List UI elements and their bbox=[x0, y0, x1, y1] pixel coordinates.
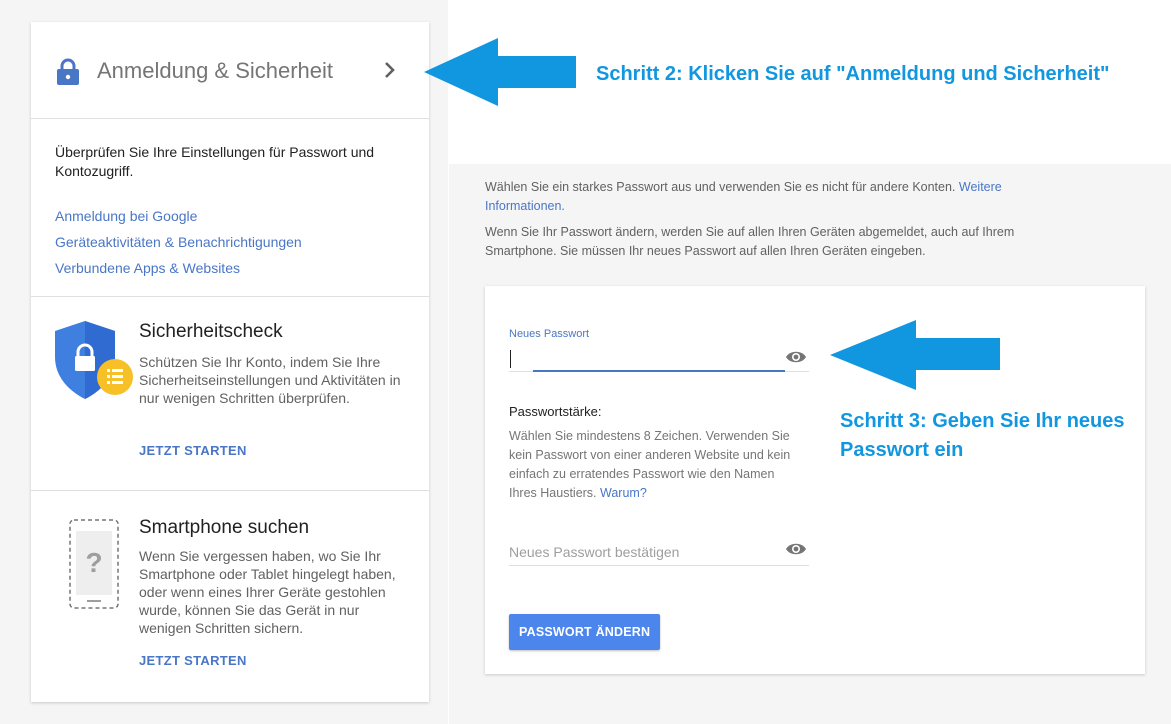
link-connected-apps[interactable]: Verbundene Apps & Websites bbox=[55, 255, 405, 281]
settings-overview-section: Überprüfen Sie Ihre Einstellungen für Pa… bbox=[31, 119, 429, 297]
link-sign-in-google[interactable]: Anmeldung bei Google bbox=[55, 203, 405, 229]
step3-annotation-line1: Schritt 3: Geben Sie Ihr neues bbox=[840, 410, 1125, 432]
security-card-title[interactable]: Anmeldung & Sicherheit bbox=[97, 58, 333, 84]
step3-annotation-line2: Passwort ein bbox=[840, 439, 964, 461]
phone-question-icon: ? bbox=[69, 519, 119, 609]
password-info-text: Wenn Sie Ihr Passwort ändern, werden Sie… bbox=[485, 225, 1015, 258]
password-help-text: Wählen Sie mindestens 8 Zeichen. Verwend… bbox=[509, 429, 791, 500]
link-device-activity[interactable]: Geräteaktivitäten & Benachrichtigungen bbox=[55, 229, 405, 255]
settings-links: Anmeldung bei Google Geräteaktivitäten &… bbox=[55, 203, 405, 281]
password-strength-label: Passwortstärke: bbox=[509, 404, 602, 419]
eye-icon[interactable] bbox=[785, 350, 807, 364]
password-intro: Wählen Sie ein starkes Passwort aus und … bbox=[485, 178, 1085, 216]
step3-annotation: Schritt 3: Geben Sie Ihr neues Passwort … bbox=[840, 407, 1125, 465]
new-password-input[interactable] bbox=[509, 346, 809, 372]
lock-icon bbox=[57, 58, 79, 85]
eye-icon[interactable] bbox=[785, 542, 807, 556]
text-cursor bbox=[510, 350, 511, 368]
password-help: Wählen Sie mindestens 8 Zeichen. Verwend… bbox=[509, 427, 801, 503]
svg-text:?: ? bbox=[85, 547, 102, 578]
chevron-right-icon[interactable] bbox=[383, 60, 397, 80]
password-form-card: Neues Passwort Passwortstärke: Wählen Si… bbox=[485, 286, 1145, 674]
find-phone-start-button[interactable]: JETZT STARTEN bbox=[139, 653, 247, 668]
security-check-start-button[interactable]: JETZT STARTEN bbox=[139, 443, 247, 458]
step2-arrow bbox=[424, 38, 576, 106]
security-check-section: Sicherheitscheck Schützen Sie Ihr Konto,… bbox=[31, 297, 429, 491]
security-card: Anmeldung & Sicherheit Überprüfen Sie Ih… bbox=[31, 22, 429, 702]
page: Anmeldung & Sicherheit Überprüfen Sie Ih… bbox=[0, 0, 1171, 724]
confirm-password-input[interactable] bbox=[509, 538, 809, 566]
new-password-label: Neues Passwort bbox=[509, 328, 590, 340]
settings-description: Überprüfen Sie Ihre Einstellungen für Pa… bbox=[55, 144, 375, 179]
find-phone-body: Wenn Sie vergessen haben, wo Sie Ihr Sma… bbox=[139, 548, 396, 636]
security-card-header[interactable]: Anmeldung & Sicherheit bbox=[31, 22, 429, 119]
left-background: Anmeldung & Sicherheit Überprüfen Sie Ih… bbox=[0, 0, 448, 724]
shield-checklist-icon bbox=[55, 321, 133, 399]
step2-annotation: Schritt 2: Klicken Sie auf "Anmeldung un… bbox=[596, 63, 1110, 85]
find-phone-title: Smartphone suchen bbox=[139, 517, 310, 538]
change-password-button[interactable]: PASSWORT ÄNDERN bbox=[509, 614, 661, 650]
password-intro-text: Wählen Sie ein starkes Passwort aus und … bbox=[485, 180, 956, 194]
security-check-title: Sicherheitscheck bbox=[139, 321, 283, 342]
security-check-body: Schützen Sie Ihr Konto, indem Sie Ihre S… bbox=[139, 354, 401, 406]
step3-arrow bbox=[830, 320, 1000, 390]
why-link[interactable]: Warum? bbox=[600, 486, 647, 500]
find-phone-section: ? Smartphone suchen Wenn Sie vergessen h… bbox=[31, 491, 429, 701]
focus-underline bbox=[533, 370, 785, 372]
